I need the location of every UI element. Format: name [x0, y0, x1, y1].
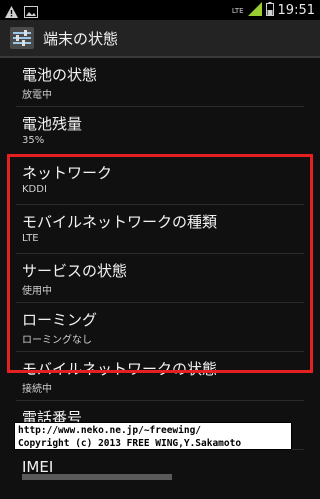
list-item-network[interactable]: ネットワーク KDDI: [0, 156, 320, 205]
watermark-copyright: Copyright (c) 2013 FREE WING,Y.Sakamoto: [18, 438, 242, 449]
item-value: 接続中: [22, 384, 52, 395]
settings-sliders-icon[interactable]: [10, 27, 34, 53]
item-title: 電池の状態: [22, 66, 98, 84]
watermark-url: http://www.neko.ne.jp/~freewing/: [18, 425, 202, 436]
item-title: ローミング: [22, 311, 98, 329]
list-item-battery-level[interactable]: 電池残量 35%: [0, 107, 320, 156]
item-title: モバイルネットワークの種類: [22, 213, 218, 231]
battery-icon: [265, 1, 274, 20]
item-title: モバイルネットワークの状態: [22, 360, 218, 378]
status-bar: LTE 19:51: [0, 0, 320, 20]
list-item-battery-status[interactable]: 電池の状態 放電中: [0, 58, 320, 107]
list-item-mobile-network-type[interactable]: モバイルネットワークの種類 LTE: [0, 205, 320, 254]
item-value: 35%: [22, 135, 45, 146]
signal-icon: [247, 1, 262, 20]
imei-value-placeholder: [22, 474, 172, 480]
list-item-roaming[interactable]: ローミング ローミングなし: [0, 303, 320, 352]
list-item-service-state[interactable]: サービスの状態 使用中: [0, 254, 320, 303]
clock: 19:51: [277, 3, 315, 18]
item-value: ローミングなし: [22, 335, 92, 346]
item-value: 使用中: [22, 286, 52, 297]
page-title: 端末の状態: [43, 30, 119, 48]
item-value: KDDI: [22, 184, 47, 195]
action-bar: 端末の状態: [0, 20, 320, 58]
item-title: ネットワーク: [22, 164, 113, 182]
item-value: 放電中: [22, 90, 52, 101]
item-title: サービスの状態: [22, 262, 128, 280]
item-value: LTE: [22, 233, 39, 244]
list-item-mobile-network-state[interactable]: モバイルネットワークの状態 接続中: [0, 352, 320, 401]
network-type-label: LTE: [231, 6, 244, 15]
watermark-box: http://www.neko.ne.jp/~freewing/ Copyrig…: [14, 422, 292, 450]
item-title: 電池残量: [22, 115, 83, 133]
